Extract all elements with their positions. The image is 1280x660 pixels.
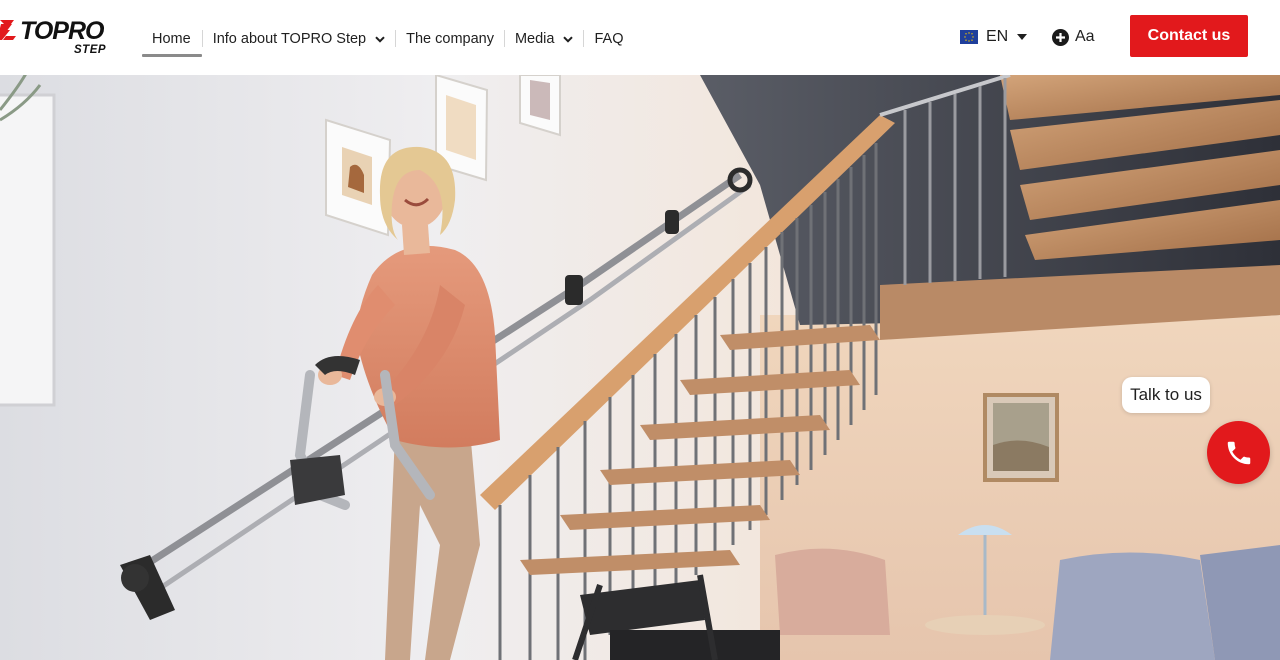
logo-wordmark: TOPRO <box>20 17 105 45</box>
text-size-toggle[interactable]: Aa <box>1052 27 1095 47</box>
site-header: TOPRO STEP Home Info about TOPRO Step Th… <box>0 0 1280 75</box>
plus-circle-icon <box>1052 28 1069 46</box>
language-selector[interactable]: EN <box>960 27 1028 47</box>
chevron-down-icon <box>375 35 385 43</box>
nav-item-label: Home <box>152 31 191 47</box>
talk-to-us-bubble[interactable]: Talk to us <box>1122 377 1210 413</box>
language-code: EN <box>986 28 1009 45</box>
nav-item-label: The company <box>406 31 494 47</box>
contact-us-button[interactable]: Contact us <box>1130 15 1248 57</box>
call-button[interactable] <box>1207 421 1270 484</box>
logo-subtitle: STEP <box>74 44 106 56</box>
chevron-down-icon <box>563 35 574 43</box>
nav-item-label: Info about TOPRO Step <box>212 31 367 47</box>
caret-down-icon <box>1017 34 1028 40</box>
nav-item-home[interactable]: Home <box>142 22 202 57</box>
text-size-label: Aa <box>1075 28 1095 45</box>
hero-section: Talk to us <box>0 75 1280 660</box>
topro-step-logo[interactable]: TOPRO STEP <box>0 14 120 58</box>
hero-photo <box>0 75 1280 660</box>
main-nav: Home Info about TOPRO Step The company M… <box>142 22 633 57</box>
nav-item-the-company[interactable]: The company <box>396 22 504 56</box>
nav-item-label: FAQ <box>594 31 624 47</box>
wall-frame <box>325 118 392 237</box>
nav-item-label: Media <box>514 31 555 47</box>
nav-item-media[interactable]: Media <box>505 22 584 56</box>
phone-icon <box>1227 441 1250 464</box>
eu-flag-icon <box>960 30 978 44</box>
nav-item-faq[interactable]: FAQ <box>584 22 633 56</box>
nav-item-info-about-topro-step[interactable]: Info about TOPRO Step <box>203 22 395 56</box>
